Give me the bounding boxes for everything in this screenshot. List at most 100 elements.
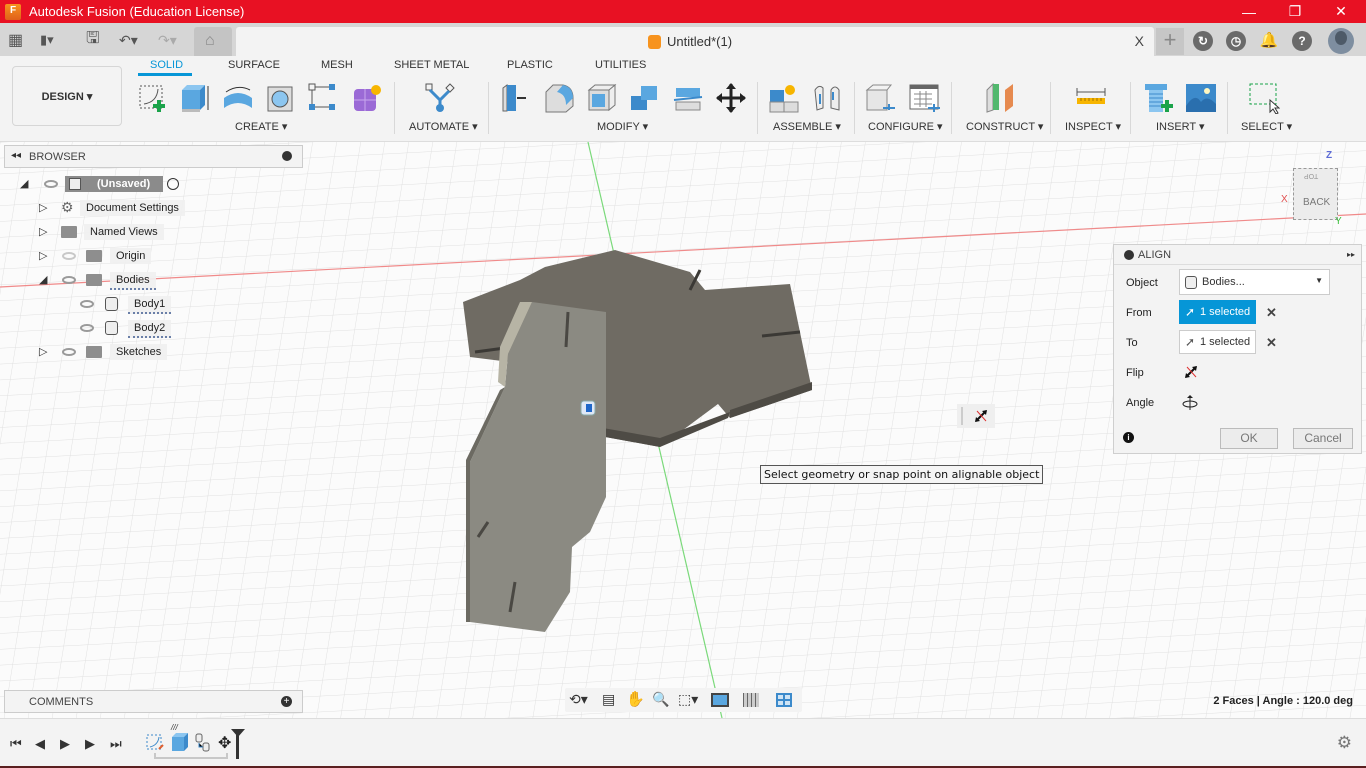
extrude-icon[interactable] (179, 82, 211, 114)
ok-button[interactable]: OK (1220, 428, 1278, 449)
viewports-icon[interactable] (776, 693, 792, 707)
browser-item-sketches[interactable]: Sketches (110, 344, 168, 360)
help-icon[interactable]: ? (1292, 31, 1312, 51)
timeline-align-icon[interactable] (195, 733, 211, 753)
zoom-icon[interactable]: 🔍 (652, 691, 669, 708)
split-body-icon[interactable] (672, 82, 704, 114)
hidden-eye-icon[interactable] (62, 252, 76, 260)
assemble-menu[interactable]: ASSEMBLE ▾ (773, 120, 841, 133)
configure-icon[interactable] (865, 82, 897, 114)
display-settings-icon[interactable] (711, 693, 729, 707)
from-selection[interactable]: ➚ 1 selected (1179, 300, 1256, 324)
cancel-button[interactable]: Cancel (1293, 428, 1353, 449)
tab-mesh[interactable]: MESH (321, 59, 353, 71)
expand-triangle-icon[interactable]: ▷ (39, 225, 47, 238)
orbit-icon[interactable]: ⟲▾ (569, 691, 588, 708)
tab-solid[interactable]: SOLID (150, 59, 183, 71)
to-selection[interactable]: ➚ 1 selected (1179, 330, 1256, 354)
browser-item-document-settings[interactable]: Document Settings (80, 200, 185, 216)
configure-menu[interactable]: CONFIGURE ▾ (868, 120, 943, 133)
modify-menu[interactable]: MODIFY ▾ (597, 120, 648, 133)
add-comment-icon[interactable]: + (281, 696, 292, 707)
close-tab-button[interactable]: X (1135, 33, 1144, 49)
hole-icon[interactable] (265, 82, 297, 114)
browser-item-body2[interactable]: Body2 (128, 320, 172, 338)
visibility-eye-icon[interactable] (62, 276, 76, 284)
grid-snaps-icon[interactable] (743, 693, 759, 707)
browser-item-bodies[interactable]: Bodies (110, 272, 156, 290)
select-menu[interactable]: SELECT ▾ (1241, 120, 1292, 133)
minimize-button[interactable]: — (1226, 0, 1272, 23)
expand-triangle-icon[interactable]: ▷ (39, 201, 47, 214)
shell-icon[interactable] (586, 82, 618, 114)
revolve-icon[interactable] (222, 82, 254, 114)
tab-utilities[interactable]: UTILITIES (595, 59, 646, 71)
activate-radio-icon[interactable] (167, 178, 179, 190)
redo-button[interactable]: ↷▾ (158, 29, 177, 51)
play-button[interactable]: ▶ (60, 736, 70, 752)
insert-menu[interactable]: INSERT ▾ (1156, 120, 1205, 133)
collapse-triangle-icon[interactable]: ◢ (20, 177, 28, 190)
measure-icon[interactable] (1075, 82, 1107, 114)
angle-rotate-icon[interactable] (1182, 395, 1198, 411)
collapse-browser-icon[interactable]: ◂◂ (11, 150, 21, 161)
automate-icon[interactable] (424, 82, 456, 114)
flip-icon[interactable] (974, 409, 988, 423)
collapse-triangle-icon[interactable]: ◢ (39, 273, 47, 286)
file-menu-button[interactable]: ▮▾ (40, 29, 54, 51)
collapse-dialog-icon[interactable] (1124, 250, 1134, 260)
new-tab-button[interactable]: + (1156, 28, 1184, 55)
apps-grid-icon[interactable]: ▦ (8, 29, 23, 51)
configuration-table-icon[interactable] (908, 82, 940, 114)
fit-zoom-window-icon[interactable]: ⬚▾ (678, 691, 698, 708)
timeline-move-icon[interactable]: ✥ (218, 733, 231, 753)
construct-menu[interactable]: CONSTRUCT ▾ (966, 120, 1043, 133)
browser-minimize-icon[interactable] (282, 151, 292, 161)
step-forward-button[interactable]: ▶ (85, 736, 95, 752)
press-pull-icon[interactable] (500, 82, 532, 114)
workspace-switcher[interactable]: DESIGN ▾ (12, 66, 122, 126)
window-select-icon[interactable] (1248, 82, 1280, 114)
viewcube-back-face[interactable]: BACK (1303, 197, 1330, 208)
browser-item-origin[interactable]: Origin (110, 248, 152, 264)
fillet-icon[interactable] (543, 82, 575, 114)
move-copy-icon[interactable] (715, 82, 747, 114)
tab-sheet-metal[interactable]: SHEET METAL (394, 59, 469, 71)
pan-hand-icon[interactable]: ✋ (626, 690, 645, 708)
flip-icon[interactable] (1184, 365, 1198, 379)
visibility-eye-icon[interactable] (80, 324, 94, 332)
create-menu[interactable]: CREATE ▾ (235, 120, 287, 133)
browser-item-body1[interactable]: Body1 (128, 296, 172, 314)
document-tab[interactable]: Untitled*(1) X (236, 27, 1154, 56)
combine-icon[interactable] (629, 82, 661, 114)
drag-handle[interactable] (961, 407, 963, 425)
tab-surface[interactable]: SURFACE (228, 59, 280, 71)
object-dropdown[interactable]: Bodies... ▼ (1179, 269, 1330, 295)
visibility-eye-icon[interactable] (44, 180, 58, 188)
info-icon[interactable]: i (1123, 432, 1134, 443)
clear-to-button[interactable]: ✕ (1266, 335, 1277, 351)
insert-canvas-icon[interactable] (1185, 82, 1217, 114)
visibility-eye-icon[interactable] (80, 300, 94, 308)
timeline-settings-gear-icon[interactable]: ⚙ (1337, 733, 1352, 753)
pattern-icon[interactable] (307, 82, 339, 114)
new-component-icon[interactable] (768, 82, 800, 114)
job-status-icon[interactable]: ◷ (1226, 31, 1246, 51)
notifications-icon[interactable]: 🔔 (1259, 31, 1279, 51)
extensions-icon[interactable]: ↻ (1193, 31, 1213, 51)
save-icon[interactable]: 🖫 (86, 29, 100, 51)
step-back-button[interactable]: ◀ (35, 736, 45, 752)
inspect-menu[interactable]: INSPECT ▾ (1065, 120, 1121, 133)
go-to-start-button[interactable]: ⏮ (10, 736, 22, 752)
expand-dialog-icon[interactable]: ▸▸ (1347, 250, 1355, 259)
timeline-sketch-icon[interactable] (145, 733, 165, 753)
clear-from-button[interactable]: ✕ (1266, 305, 1277, 321)
automate-menu[interactable]: AUTOMATE ▾ (409, 120, 478, 133)
joint-icon[interactable] (811, 82, 843, 114)
viewcube-top-face[interactable]: TOP (1304, 172, 1318, 179)
browser-item-named-views[interactable]: Named Views (84, 224, 164, 240)
timeline-marker-head[interactable] (231, 729, 245, 737)
user-avatar[interactable] (1328, 28, 1354, 54)
visibility-eye-icon[interactable] (62, 348, 76, 356)
create-sketch-icon[interactable] (137, 82, 169, 114)
